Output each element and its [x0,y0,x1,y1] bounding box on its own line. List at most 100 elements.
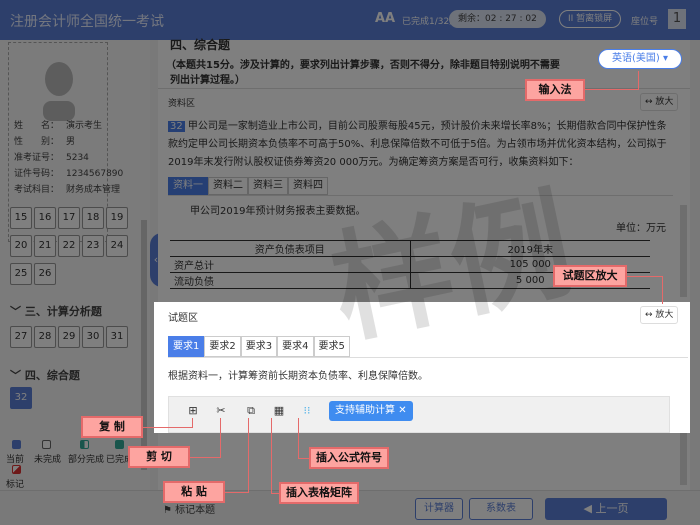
question-nav-button[interactable]: 30 [82,326,104,348]
question-nav-button[interactable]: 26 [34,263,56,285]
legend-marked: 标记 [6,480,25,490]
question-nav-button[interactable]: 24 [106,235,128,257]
question-nav-button[interactable]: 31 [106,326,128,348]
material-tab[interactable]: 资料一 [168,177,208,195]
close-icon[interactable]: ✕ [398,405,406,416]
info-key: 考试科目： [14,185,60,195]
info-value: 男 [66,137,76,147]
table-icon[interactable]: ▦ [272,404,286,418]
material-scrollbar[interactable] [680,205,687,297]
calc-tip-text: 支持辅助计算 [335,405,395,416]
annotation-paste: 粘 贴 [163,481,225,503]
input-method-value: 英语(美国) [611,53,660,64]
zoom-label: 放大 [655,310,674,320]
prev-page-button[interactable]: ◀ 上一页 [545,498,667,520]
requirement-tab[interactable]: 要求4 [277,336,314,357]
paste-icon[interactable]: ⧉ [244,404,258,418]
mark-label: 标记本题 [175,505,216,516]
question-nav-button[interactable]: 23 [82,235,104,257]
question-nav-button[interactable]: 20 [10,235,32,257]
section-4-label: 四、综合题 [24,369,80,382]
material-tab[interactable]: 资料三 [248,177,288,195]
candidate-info-row: 考试科目： 财务成本管理 [14,182,120,195]
avatar-icon [43,62,75,121]
material-tab[interactable]: 资料二 [208,177,248,195]
annotation-table: 插入表格矩阵 [279,482,359,504]
zoom-label: 放大 [655,97,674,107]
header: 注册会计师全国统一考试 AA 已完成1/32题 剩余：02 : 27 : 02 … [0,0,700,40]
test-zoom-button[interactable]: ↔ 放大 [640,306,679,324]
font-size-button[interactable]: AA [375,11,395,26]
pause-lock-button[interactable]: II 暂离锁屏 [559,10,622,28]
question-nav-button[interactable]: 18 [82,207,104,229]
candidate-info-row: 姓 名： 演示考生 [14,118,102,131]
candidate-info-row: 证件号码： 1234567890 [14,166,123,179]
annotation-line [225,418,249,493]
annotation-line [271,418,279,494]
prev-icon: ◀ [583,502,592,515]
section-3-label: 三、计算分析题 [24,305,102,318]
question-nav-button[interactable]: 29 [58,326,80,348]
annotation-line [298,418,309,459]
annotation-line [190,418,221,458]
prev-label: 上一页 [595,502,629,515]
requirement-tab[interactable]: 要求1 [168,336,205,357]
section-4-header[interactable]: ﹀ 四、综合题 [10,367,80,383]
legend-marked-icon [12,465,21,474]
requirement-text: 根据资料一，计算筹资前长期资本负债率、利息保障倍数。 [168,371,428,382]
question-nav-button[interactable]: 19 [106,207,128,229]
annotation-copy: 复 制 [81,416,143,438]
section-3-header[interactable]: ﹀ 三、计算分析题 [10,303,102,319]
question-nav-button[interactable]: 32 [10,387,32,409]
formula-icon[interactable]: ⁝⁝ [300,404,314,418]
question-nav-button[interactable]: 21 [34,235,56,257]
input-method-select[interactable]: 英语(美国) ▾ [598,49,682,69]
section-desc-2: 列出计算过程。） [170,75,245,86]
legend-current: 当前 [6,455,25,465]
material-tab[interactable]: 资料四 [288,177,328,195]
unit-label: 单位：万元 [616,223,666,234]
requirement-tab[interactable]: 要求2 [204,336,241,357]
info-value: 演示考生 [66,121,103,131]
material-zoom-button[interactable]: ↔ 放大 [640,93,679,111]
annotation-line [627,276,663,304]
mark-question-button[interactable]: ⚑ 标记本题 [163,501,215,516]
question-nav-button[interactable]: 22 [58,235,80,257]
question-stem: 32 甲公司是一家制造业上市公司，目前公司股票每股45元，预计股价未来增长率8%… [168,118,673,172]
annotation-line [585,71,639,90]
question-nav-button[interactable]: 16 [34,207,56,229]
coefficient-table-button[interactable]: 系数表 [469,498,533,520]
requirement-tab[interactable]: 要求3 [240,336,278,357]
section-desc-1: （本题共15分。涉及计算的，要求列出计算步骤，否则不得分，除非题目特别说明不需要 [166,60,560,71]
info-key: 性 别： [14,137,60,147]
question-nav-button[interactable]: 25 [10,263,32,285]
cut-icon[interactable]: ✂ [214,404,228,418]
question-nav-button[interactable]: 28 [34,326,56,348]
candidate-info-row: 准考证号： 5234 [14,150,89,163]
info-key: 姓 名： [14,121,60,131]
calc-tip: 支持辅助计算 ✕ [329,401,413,421]
info-key: 证件号码： [14,169,60,179]
info-value: 财务成本管理 [66,185,121,195]
legend-incomplete-icon [42,440,51,449]
section-title: 四、综合题 [170,38,231,52]
seat-label: 座位号 [631,17,659,27]
legend-partial: 部分完成 [68,455,105,465]
question-nav-button[interactable]: 15 [10,207,32,229]
material-area-label: 资料区 [168,99,196,109]
copy-icon[interactable]: ⊞ [186,404,200,418]
question-nav-button[interactable]: 17 [58,207,80,229]
question-nav-button[interactable]: 27 [10,326,32,348]
candidate-info-row: 性 别： 男 [14,134,75,147]
annotation-formula: 插入公式符号 [309,447,389,469]
info-key: 准考证号： [14,153,60,163]
annotation-cut: 剪 切 [128,446,190,468]
legend-incomplete: 未完成 [34,455,62,465]
info-value: 1234567890 [66,169,124,179]
question-number: 32 [168,121,185,132]
timer: 剩余：02 : 27 : 02 [449,10,546,28]
question-text: 甲公司是一家制造业上市公司，目前公司股票每股45元，预计股价未来增长率8%；长期… [168,121,667,168]
calculator-button[interactable]: 计算器 [415,498,463,520]
annotation-ime: 输入法 [525,79,585,101]
legend-done-icon [115,440,124,449]
